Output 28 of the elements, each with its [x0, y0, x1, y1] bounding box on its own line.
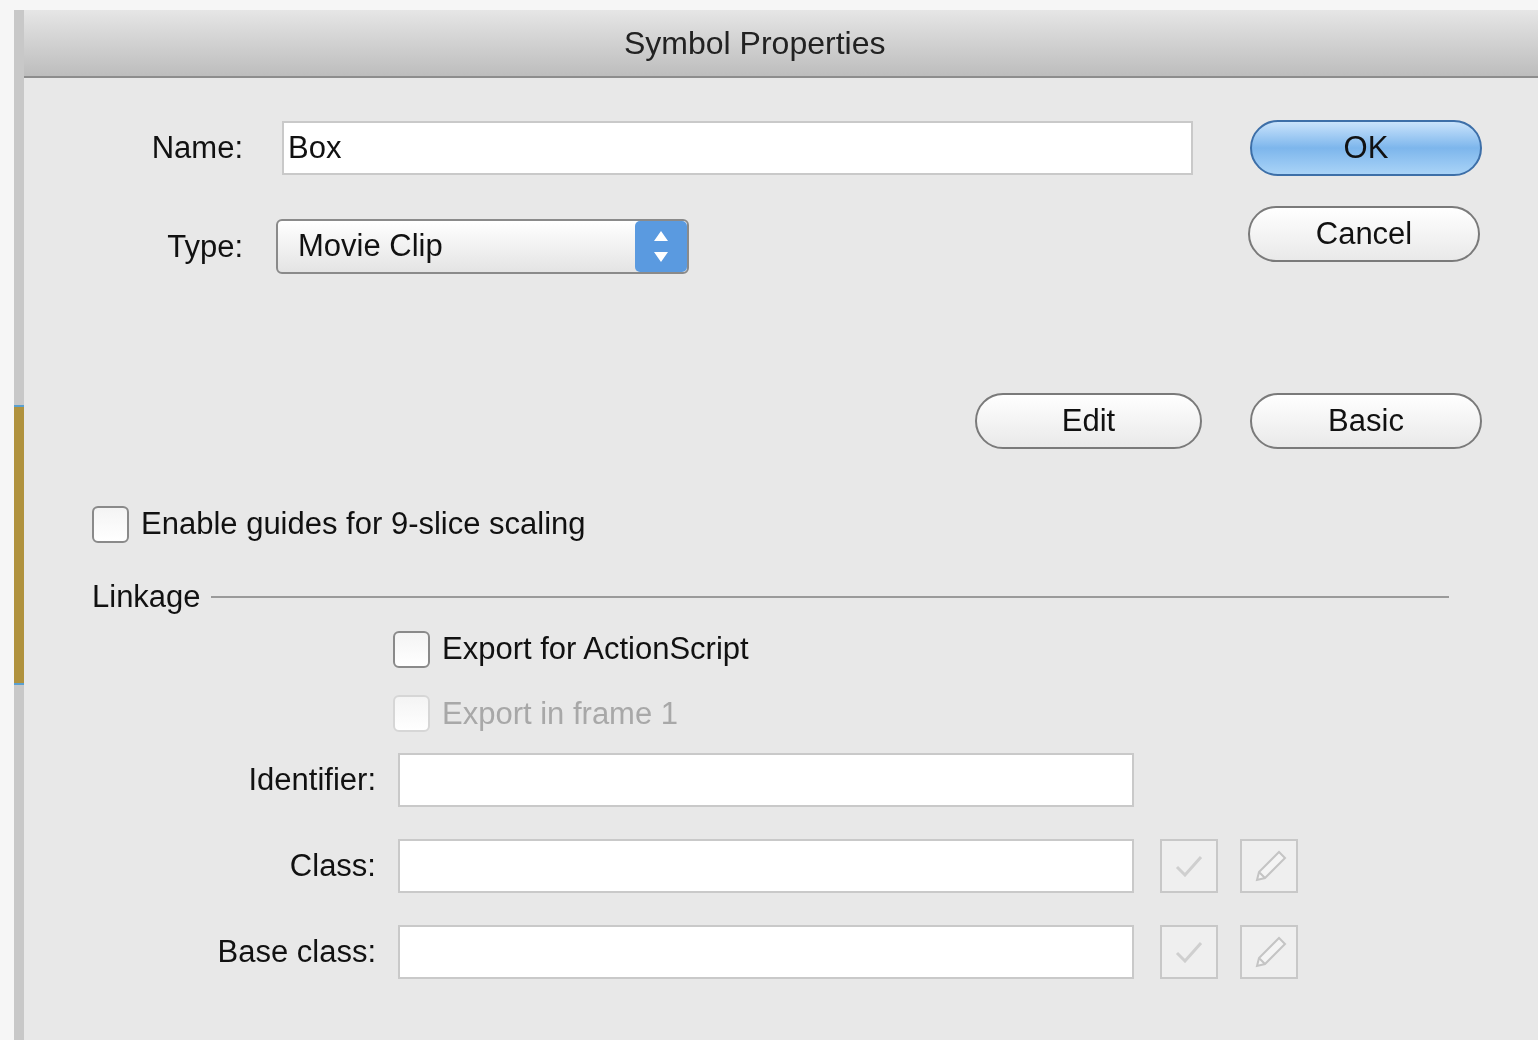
- field-label: Base class:: [216, 932, 376, 971]
- type-dropdown[interactable]: Movie Clip: [276, 219, 689, 274]
- name-field[interactable]: Box: [282, 121, 1193, 175]
- field-label: Class:: [288, 846, 376, 885]
- check-icon: [1175, 855, 1203, 877]
- check-icon: [1175, 941, 1203, 963]
- pencil-button[interactable]: [1240, 839, 1298, 893]
- text-field[interactable]: [398, 925, 1134, 979]
- section-title: Linkage: [92, 577, 201, 616]
- ok-button[interactable]: OK: [1250, 120, 1482, 176]
- field-label: Identifier:: [247, 760, 376, 799]
- basic-button[interactable]: Basic: [1250, 393, 1482, 449]
- checkbox[interactable]: [393, 630, 430, 668]
- name-label: Name:: [150, 128, 243, 167]
- check-button[interactable]: [1160, 839, 1218, 893]
- text-field[interactable]: [398, 839, 1134, 893]
- pencil-button[interactable]: [1240, 925, 1298, 979]
- type-label: Type:: [166, 228, 243, 266]
- checkbox[interactable]: [92, 505, 129, 543]
- edit-button[interactable]: Edit: [975, 393, 1202, 449]
- checkbox-label: Export in frame 1: [442, 694, 679, 733]
- text-field[interactable]: [398, 753, 1134, 807]
- check-button[interactable]: [1160, 925, 1218, 979]
- window-title: Symbol Properties: [624, 24, 886, 63]
- checkbox-label: Enable guides for 9-slice scaling: [141, 505, 586, 543]
- cancel-button[interactable]: Cancel: [1248, 206, 1480, 262]
- stepper-icon: [635, 221, 687, 272]
- checkbox-label: Export for ActionScript: [442, 630, 749, 668]
